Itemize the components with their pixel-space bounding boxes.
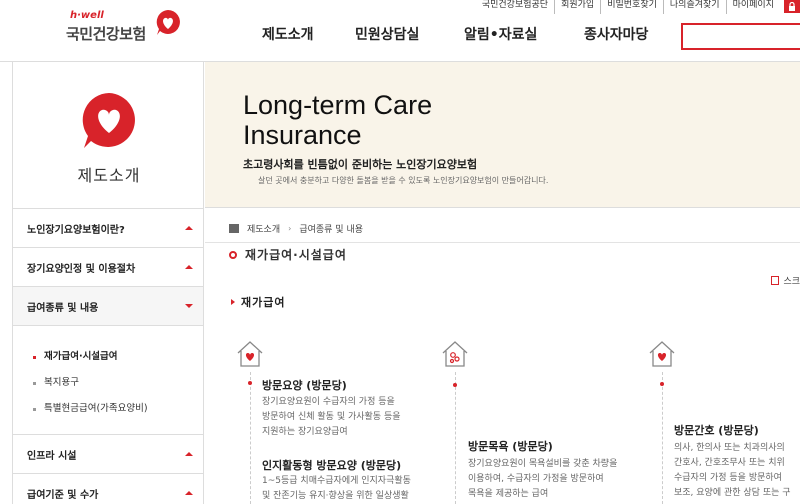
service-desc-line: 장기요양요원이 목욕설비를 갖춘 차량을 bbox=[468, 459, 618, 469]
util-link-nhis[interactable]: 국민건강보험공단 bbox=[476, 0, 554, 14]
logo-tagline: h·well bbox=[70, 10, 104, 21]
heart-speech-icon bbox=[82, 93, 135, 148]
side-menu-item-standards[interactable]: 급여기준 및 수가 bbox=[13, 473, 203, 504]
service-desc-line: 의사, 한의사 또는 치과의사의 bbox=[674, 443, 785, 453]
site-header: h·well 국민건강보험 국민건강보험공단 회원가입 비밀번호찾기 나의즐겨찾… bbox=[0, 0, 800, 62]
service-desc-line: 목욕을 제공하는 급여 bbox=[468, 489, 549, 499]
utility-links: 국민건강보험공단 회원가입 비밀번호찾기 나의즐겨찾기 마이페이지 bbox=[476, 0, 800, 14]
scrap-label: 스크 bbox=[783, 277, 800, 287]
side-submenu-item-home-facility[interactable]: 재가급여·시설급여 bbox=[33, 344, 203, 370]
divider bbox=[205, 242, 800, 243]
service-desc-line: 1~5등급 치매수급자에게 인지자극활동 bbox=[262, 476, 411, 486]
bullet-icon bbox=[33, 407, 36, 411]
logo-name: 국민건강보험 bbox=[66, 25, 146, 43]
breadcrumb-item[interactable]: 급여종류 및 내용 bbox=[299, 222, 363, 235]
side-menu-label: 급여기준 및 수가 bbox=[27, 489, 99, 501]
hero-banner: Long-term Care Insurance 초고령사회를 빈틈없이 준비하… bbox=[205, 62, 800, 208]
timeline-dot bbox=[248, 381, 252, 385]
lock-icon[interactable] bbox=[784, 0, 800, 13]
service-desc-line: 지원하는 장기요양급여 bbox=[262, 427, 348, 437]
service-desc: 1~5등급 치매수급자에게 인지자극활동 및 잔존기능 유지·향상을 위한 일상… bbox=[262, 474, 447, 504]
service-name: 방문목욕 (방문당) bbox=[468, 440, 553, 453]
page-title: 재가급여·시설급여 bbox=[229, 246, 347, 263]
triangle-right-icon bbox=[231, 299, 235, 305]
side-submenu: 재가급여·시설급여 복지용구 특별현금급여(가족요양비) bbox=[13, 325, 203, 434]
section-title: 재가급여 bbox=[231, 294, 285, 310]
timeline-dot bbox=[453, 383, 457, 387]
chevron-right-icon: › bbox=[288, 224, 292, 233]
service-name: 방문간호 (방문당) bbox=[674, 424, 759, 437]
scrap-icon bbox=[771, 276, 780, 285]
banner-title-line2: Insurance bbox=[243, 120, 362, 150]
chevron-up-icon bbox=[185, 226, 193, 230]
banner-description: 살던 곳에서 충분하고 다양한 돌봄을 받을 수 있도록 노인장기요양보험이 만… bbox=[258, 176, 549, 185]
main-content: 제도소개 › 급여종류 및 내용 재가급여·시설급여 스크 재가급여 방문요양 … bbox=[205, 208, 800, 504]
chevron-up-icon bbox=[185, 491, 193, 495]
util-link-join[interactable]: 회원가입 bbox=[554, 0, 600, 14]
chevron-up-icon bbox=[185, 265, 193, 269]
timeline-line bbox=[250, 372, 251, 504]
breadcrumb: 제도소개 › 급여종류 및 내용 bbox=[229, 222, 363, 235]
util-link-favorites[interactable]: 나의즐겨찾기 bbox=[662, 0, 726, 14]
scrap-button[interactable]: 스크 bbox=[771, 274, 800, 287]
service-desc-line: 이용하여, 수급자의 가정을 방문하여 bbox=[468, 474, 604, 484]
side-menu-label: 인프라 시설 bbox=[27, 450, 77, 462]
side-menu-label: 장기요양인정 및 이용절차 bbox=[27, 263, 136, 275]
logo-heart-icon bbox=[156, 10, 180, 35]
side-menu: 노인장기요양보험이란? 장기요양인정 및 이용절차 급여종류 및 내용 재가급여… bbox=[12, 208, 204, 504]
util-link-mypage[interactable]: 마이페이지 bbox=[725, 0, 780, 14]
banner-title: Long-term Care Insurance bbox=[243, 90, 543, 150]
service-desc-line: 간호사, 간호조무사 또는 치위 bbox=[674, 458, 785, 468]
house-bath-icon bbox=[442, 341, 468, 367]
side-title: 제도소개 bbox=[77, 166, 141, 185]
gnb-item-system[interactable]: 제도소개 bbox=[262, 24, 314, 44]
page-title-text: 재가급여·시설급여 bbox=[245, 248, 347, 262]
side-menu-item-certification[interactable]: 장기요양인정 및 이용절차 bbox=[13, 247, 203, 286]
timeline-dot bbox=[660, 382, 664, 386]
timeline-line bbox=[662, 372, 663, 504]
side-submenu-label: 특별현금급여(가족요양비) bbox=[44, 403, 148, 414]
side-header: 제도소개 bbox=[12, 62, 204, 208]
side-menu-item-benefits[interactable]: 급여종류 및 내용 bbox=[13, 286, 203, 325]
search-input[interactable] bbox=[681, 23, 800, 50]
service-desc: 의사, 한의사 또는 치과의사의 간호사, 간호조무사 또는 치위 수급자의 가… bbox=[674, 441, 800, 501]
side-submenu-item-welfare-equipment[interactable]: 복지용구 bbox=[33, 370, 203, 396]
banner-subtitle: 초고령사회를 빈틈없이 준비하는 노인장기요양보험 bbox=[243, 158, 478, 171]
util-link-find-password[interactable]: 비밀번호찾기 bbox=[600, 0, 663, 14]
gnb-item-workers[interactable]: 종사자마당 bbox=[584, 24, 648, 44]
side-menu-item-about[interactable]: 노인장기요양보험이란? bbox=[13, 208, 203, 247]
service-name: 방문요양 (방문당) bbox=[262, 379, 347, 392]
service-name: 인지활동형 방문요양 (방문당) bbox=[262, 459, 402, 472]
side-menu-item-infrastructure[interactable]: 인프라 시설 bbox=[13, 434, 203, 473]
breadcrumb-item[interactable]: 제도소개 bbox=[247, 222, 280, 235]
section-title-text: 재가급여 bbox=[241, 296, 286, 309]
service-desc-line: 방문하여 신체 활동 및 가사활동 등을 bbox=[262, 412, 401, 422]
bullet-icon bbox=[33, 381, 36, 385]
service-desc-line: 보조, 요양에 관한 상담 또는 구 bbox=[674, 488, 791, 498]
ring-icon bbox=[229, 250, 237, 259]
chevron-down-icon bbox=[185, 304, 193, 308]
gnb-item-civil[interactable]: 민원상담실 bbox=[355, 24, 419, 44]
service-desc: 장기요양요원이 목욕설비를 갖춘 차량을 이용하여, 수급자의 가정을 방문하여… bbox=[468, 457, 653, 502]
chevron-up-icon bbox=[185, 452, 193, 456]
side-submenu-item-cash-benefit[interactable]: 특별현금급여(가족요양비) bbox=[33, 396, 203, 422]
service-desc-line: 및 잔존기능 유지·향상을 위한 일상생활 bbox=[262, 491, 409, 501]
side-submenu-label: 재가급여·시설급여 bbox=[44, 351, 118, 362]
banner-title-line1: Long-term Care bbox=[243, 90, 433, 120]
side-submenu-label: 복지용구 bbox=[44, 377, 79, 388]
service-desc-line: 장기요양요원이 수급자의 가정 등을 bbox=[262, 397, 395, 407]
side-menu-label: 급여종류 및 내용 bbox=[27, 302, 99, 314]
gnb-item-news[interactable]: 알림•자료실 bbox=[464, 24, 537, 44]
house-heart-icon bbox=[237, 341, 263, 367]
home-icon[interactable] bbox=[229, 224, 239, 233]
service-desc: 장기요양요원이 수급자의 가정 등을 방문하여 신체 활동 및 가사활동 등을 … bbox=[262, 395, 442, 440]
bullet-icon bbox=[33, 355, 36, 359]
service-desc-line: 수급자의 가정 등을 방문하여 bbox=[674, 473, 782, 483]
side-menu-label: 노인장기요양보험이란? bbox=[27, 224, 125, 236]
site-logo[interactable]: h·well 국민건강보험 bbox=[62, 8, 192, 48]
house-nursing-icon bbox=[649, 341, 675, 367]
timeline-line bbox=[455, 372, 456, 504]
